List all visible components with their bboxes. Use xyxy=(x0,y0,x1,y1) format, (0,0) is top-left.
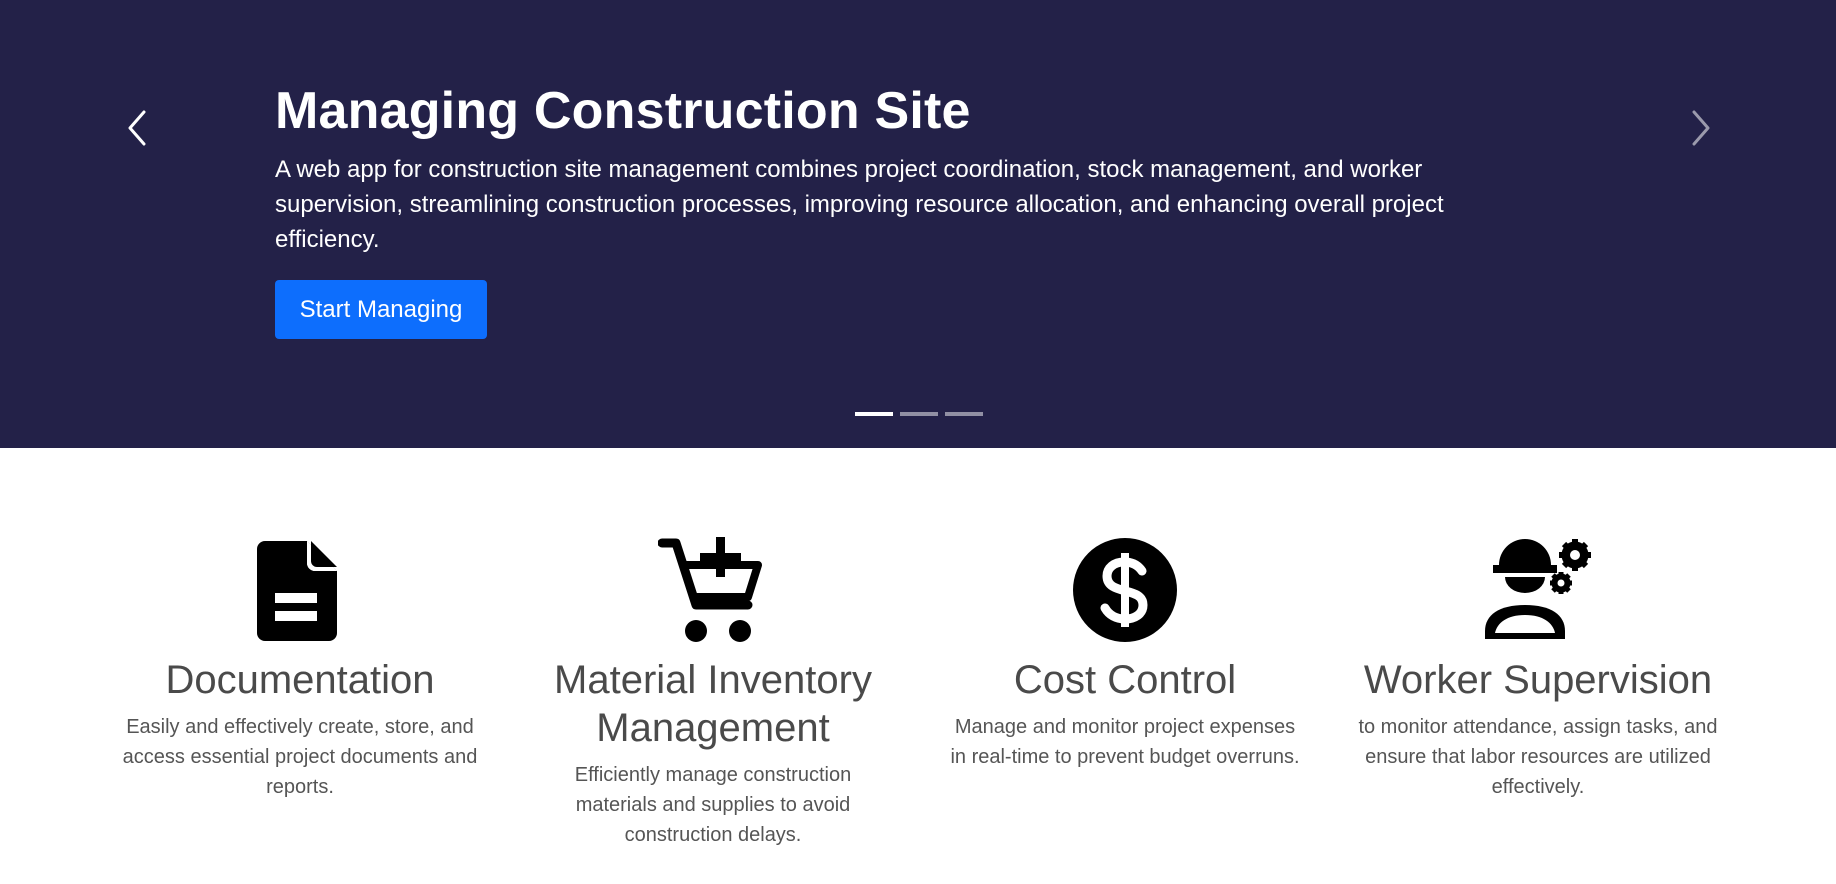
feature-title: Cost Control xyxy=(1013,658,1237,702)
feature-text: Manage and monitor project expenses in r… xyxy=(950,716,1300,768)
worker-gears-icon xyxy=(1485,539,1591,639)
start-managing-button[interactable]: Start Managing xyxy=(275,280,487,339)
hero-title: Managing Construction Site xyxy=(275,82,971,140)
dollar-circle-icon xyxy=(1073,538,1177,642)
hero-content: Managing Construction Site A web app for… xyxy=(275,78,1515,257)
carousel-next-button[interactable] xyxy=(1676,104,1724,152)
cart-plus-icon xyxy=(658,537,762,642)
carousel-indicator-2[interactable] xyxy=(900,412,938,416)
carousel-prev-button[interactable] xyxy=(114,104,162,152)
feature-text: Easily and effectively create, store, an… xyxy=(122,716,478,798)
feature-title: Worker Supervision xyxy=(1363,658,1713,702)
features-section: Documentation Easily and effectively cre… xyxy=(0,448,1836,884)
feature-title: Material Inventory Management xyxy=(554,658,872,750)
feature-title: Documentation xyxy=(165,658,435,702)
feature-text: to monitor attendance, assign tasks, and… xyxy=(1358,716,1718,798)
feature-text: Efficiently manage construction material… xyxy=(574,764,852,846)
carousel-indicator-3[interactable] xyxy=(945,412,983,416)
hero-carousel: Managing Construction Site A web app for… xyxy=(0,0,1836,448)
hero-description: A web app for construction site manageme… xyxy=(275,156,1444,253)
file-document-icon xyxy=(257,541,337,641)
carousel-indicator-1[interactable] xyxy=(855,412,893,416)
chevron-right-icon xyxy=(1692,110,1710,146)
chevron-left-icon xyxy=(128,110,146,146)
